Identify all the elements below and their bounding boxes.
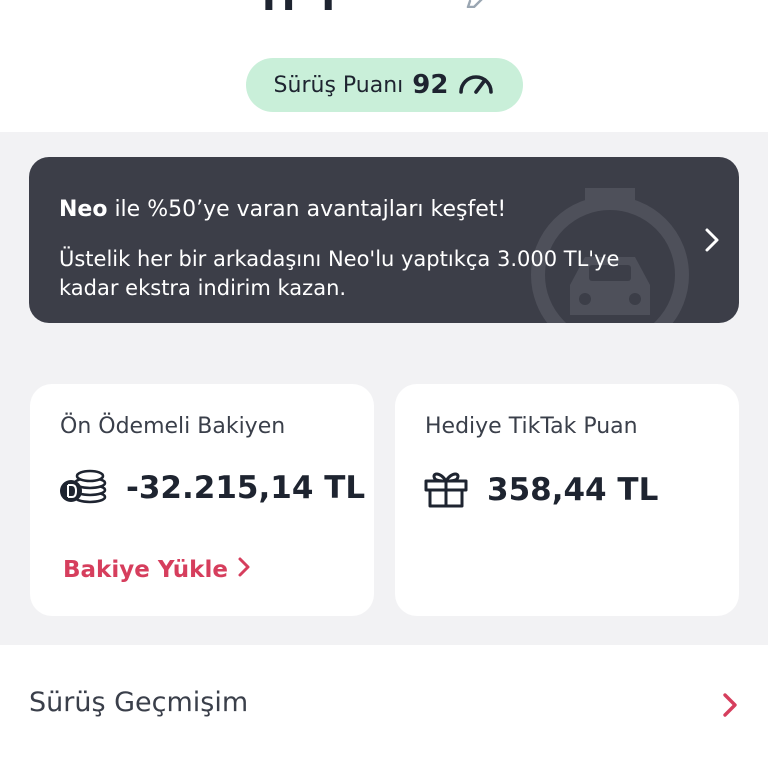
chevron-right-icon[interactable] <box>701 227 723 257</box>
driving-score-pill[interactable]: Sürüş Puanı 92 <box>246 58 523 112</box>
banner-headline: Neo ile %50’ye varan avantajları keşfet! <box>59 197 506 222</box>
gift-icon <box>423 468 469 512</box>
top-up-balance-link[interactable]: Bakiye Yükle <box>63 556 252 584</box>
gift-points-title: Hediye TikTak Puan <box>425 414 638 439</box>
profile-name-partial: ıı ı <box>262 0 341 20</box>
edit-icon[interactable] <box>464 0 498 8</box>
gift-points-amount: 358,44 TL <box>487 472 659 508</box>
prepaid-balance-card[interactable]: Ön Ödemeli Bakiyen -32.215,14 TL Bakiye … <box>30 384 374 616</box>
neo-promo-banner[interactable]: Neo ile %50’ye varan avantajları keşfet!… <box>29 157 739 323</box>
ride-history-row[interactable]: Sürüş Geçmişim <box>0 645 768 768</box>
banner-headline-text: ile %50’ye varan avantajları keşfet! <box>107 197 507 222</box>
gift-points-row: 358,44 TL <box>423 468 658 512</box>
prepaid-balance-amount: -32.215,14 TL <box>126 470 366 506</box>
prepaid-balance-title: Ön Ödemeli Bakiyen <box>60 414 286 439</box>
chevron-right-icon <box>236 556 252 584</box>
banner-body: Üstelik her bir arkadaşını Neo'lu yaptık… <box>59 247 620 300</box>
speedometer-icon <box>457 71 495 99</box>
ride-history-label: Sürüş Geçmişim <box>29 687 249 718</box>
gift-points-card[interactable]: Hediye TikTak Puan 358,44 TL <box>395 384 739 616</box>
profile-header: ıı ı Sürüş Puanı 92 <box>0 0 768 132</box>
driving-score-value: 92 <box>412 70 449 100</box>
coins-icon <box>58 468 108 508</box>
top-up-balance-label: Bakiye Yükle <box>63 557 228 583</box>
prepaid-balance-row: -32.215,14 TL <box>58 468 365 508</box>
banner-brand: Neo <box>59 197 108 222</box>
driving-score-label: Sürüş Puanı <box>273 72 404 98</box>
chevron-right-icon <box>720 691 740 723</box>
